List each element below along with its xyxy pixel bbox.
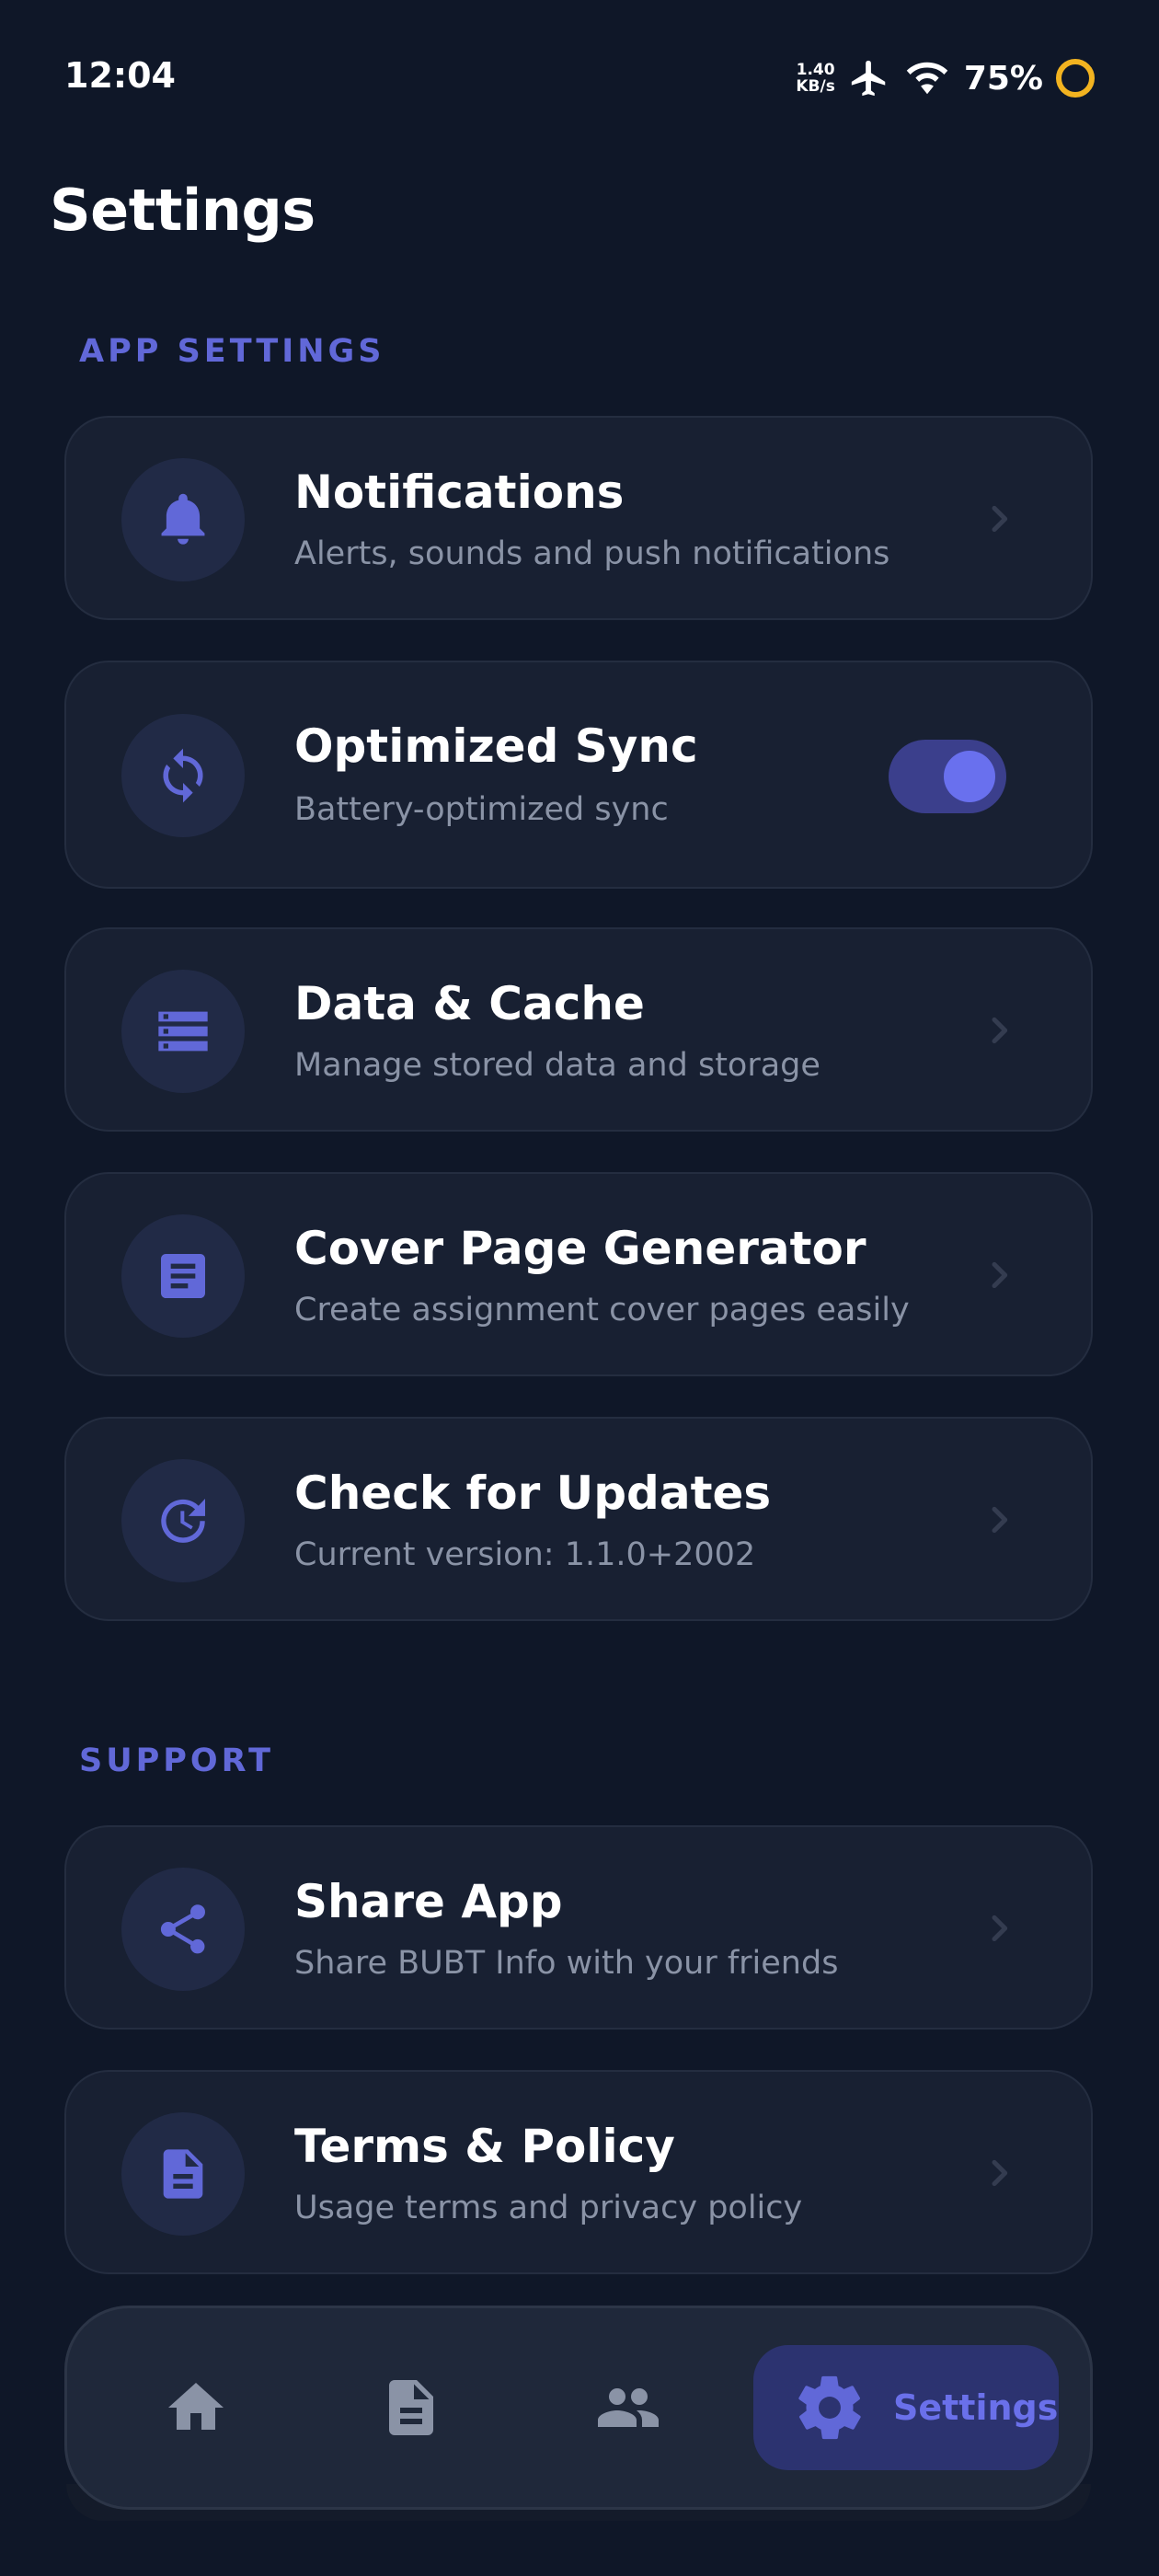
share-icon-circle: [121, 1868, 245, 1991]
status-icons: 1.40 KB/s 75%: [796, 53, 1095, 103]
settings-item-subtitle: Usage terms and privacy policy: [294, 2190, 803, 2226]
settings-item-subtitle: Manage stored data and storage: [294, 1047, 820, 1084]
chevron-right-icon: [992, 1017, 1008, 1044]
chevron-right-icon: [992, 2159, 1008, 2187]
nav-item-documents[interactable]: [347, 2345, 476, 2470]
settings-item-subtitle: Create assignment cover pages easily: [294, 1292, 910, 1328]
nav-item-people[interactable]: [564, 2345, 693, 2470]
share-icon: [160, 1904, 205, 1954]
settings-item-title: Share App: [294, 1875, 563, 1928]
settings-item-subtitle: Alerts, sounds and push notifications: [294, 535, 890, 572]
battery-icon: [1056, 59, 1095, 98]
settings-item-title: Terms & Policy: [294, 2120, 675, 2173]
article-icon: [161, 1254, 205, 1298]
settings-item-cover-page-generator[interactable]: Cover Page Generator Create assignment c…: [64, 1172, 1093, 1376]
network-speed: 1.40 KB/s: [796, 62, 834, 95]
document-icon: [389, 2380, 433, 2435]
wifi-icon: [906, 62, 948, 95]
nav-item-settings-label: Settings: [893, 2387, 1059, 2428]
network-speed-value: 1.40: [796, 61, 835, 79]
settings-item-terms-policy[interactable]: Terms & Policy Usage terms and privacy p…: [64, 2070, 1093, 2274]
chevron-right-icon: [992, 1506, 1008, 1534]
settings-item-title: Data & Cache: [294, 977, 645, 1030]
status-time: 12:04: [64, 55, 176, 96]
nav-item-settings[interactable]: Settings: [753, 2345, 1059, 2470]
status-bar: 12:04 1.40 KB/s 75%: [0, 0, 1159, 155]
bottom-nav: Settings: [64, 2306, 1093, 2510]
storage-icon: [158, 1011, 208, 1052]
section-label-support: SUPPORT: [79, 1742, 274, 1779]
battery-percent: 75%: [963, 59, 1043, 98]
gear-icon: [798, 2375, 861, 2440]
settings-item-title: Check for Updates: [294, 1466, 772, 1520]
settings-item-share-app[interactable]: Share App Share BUBT Info with your frie…: [64, 1825, 1093, 2030]
settings-item-data-cache[interactable]: Data & Cache Manage stored data and stor…: [64, 927, 1093, 1132]
bell-icon: [161, 493, 205, 545]
settings-item-optimized-sync[interactable]: Optimized Sync Battery-optimized sync: [64, 661, 1093, 889]
chevron-right-icon: [992, 505, 1008, 533]
settings-item-subtitle: Share BUBT Info with your friends: [294, 1945, 839, 1982]
document-icon: [163, 2149, 203, 2199]
document-icon-circle: [121, 2112, 245, 2236]
settings-item-subtitle: Current version: 1.1.0+2002: [294, 1536, 756, 1573]
article-icon-circle: [121, 1214, 245, 1338]
toggle-knob: [944, 751, 995, 802]
update-icon: [161, 1499, 205, 1543]
section-label-app-settings: APP SETTINGS: [79, 333, 385, 370]
network-speed-unit: KB/s: [796, 77, 835, 96]
notifications-icon-circle: [121, 458, 245, 581]
nav-item-home[interactable]: [132, 2345, 260, 2470]
home-icon: [168, 2383, 224, 2430]
settings-item-subtitle: Battery-optimized sync: [294, 791, 669, 828]
sync-icon: [163, 748, 203, 803]
settings-item-check-updates[interactable]: Check for Updates Current version: 1.1.0…: [64, 1417, 1093, 1621]
settings-item-title: Cover Page Generator: [294, 1222, 866, 1275]
airplane-mode-icon: [851, 60, 886, 97]
optimized-sync-toggle[interactable]: [889, 740, 1006, 813]
update-icon-circle: [121, 1459, 245, 1582]
settings-item-title: Optimized Sync: [294, 719, 698, 773]
settings-item-title: Notifications: [294, 466, 625, 519]
people-icon: [598, 2388, 659, 2427]
storage-icon-circle: [121, 970, 245, 1093]
sync-icon-circle: [121, 714, 245, 837]
settings-item-notifications[interactable]: Notifications Alerts, sounds and push no…: [64, 416, 1093, 620]
page-title: Settings: [50, 177, 316, 244]
chevron-right-icon: [992, 1915, 1008, 1942]
chevron-right-icon: [992, 1261, 1008, 1289]
